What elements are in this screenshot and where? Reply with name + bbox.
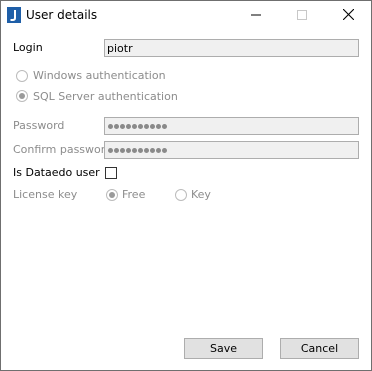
close-icon [342, 8, 354, 23]
app-icon [7, 7, 21, 23]
license-key-radio[interactable] [175, 189, 187, 201]
windows-auth-label: Windows authentication [33, 69, 166, 82]
license-free-label: Free [122, 188, 146, 201]
maximize-button[interactable] [279, 1, 325, 31]
user-details-window: User details Login Windows authenticatio… [0, 0, 372, 371]
password-mask [108, 118, 167, 134]
license-key-option-label: Key [191, 188, 211, 201]
is-dataedo-user-label: Is Dataedo user [13, 166, 100, 179]
license-free-radio[interactable] [106, 189, 118, 201]
license-key-label: License key [13, 188, 78, 201]
cancel-button[interactable]: Cancel [280, 338, 359, 359]
minimize-button[interactable] [233, 1, 279, 31]
login-input[interactable] [105, 40, 358, 56]
save-button[interactable]: Save [184, 338, 263, 359]
close-button[interactable] [325, 1, 371, 31]
is-dataedo-user-checkbox[interactable] [105, 167, 117, 179]
login-label: Login [13, 41, 43, 54]
radio-selected-dot [19, 93, 25, 99]
radio-selected-dot [109, 192, 115, 198]
sql-auth-radio[interactable] [16, 90, 28, 102]
title-bar: User details [1, 1, 371, 31]
sql-auth-label: SQL Server authentication [33, 90, 178, 103]
maximize-icon [297, 9, 307, 23]
confirm-password-mask [108, 142, 167, 158]
password-field[interactable] [104, 117, 359, 135]
login-field[interactable] [104, 39, 359, 57]
windows-auth-radio[interactable] [16, 70, 28, 82]
minimize-icon [251, 10, 261, 23]
password-label: Password [13, 119, 65, 132]
confirm-password-field[interactable] [104, 141, 359, 159]
confirm-password-label: Confirm password [13, 143, 113, 156]
window-title: User details [26, 8, 98, 22]
